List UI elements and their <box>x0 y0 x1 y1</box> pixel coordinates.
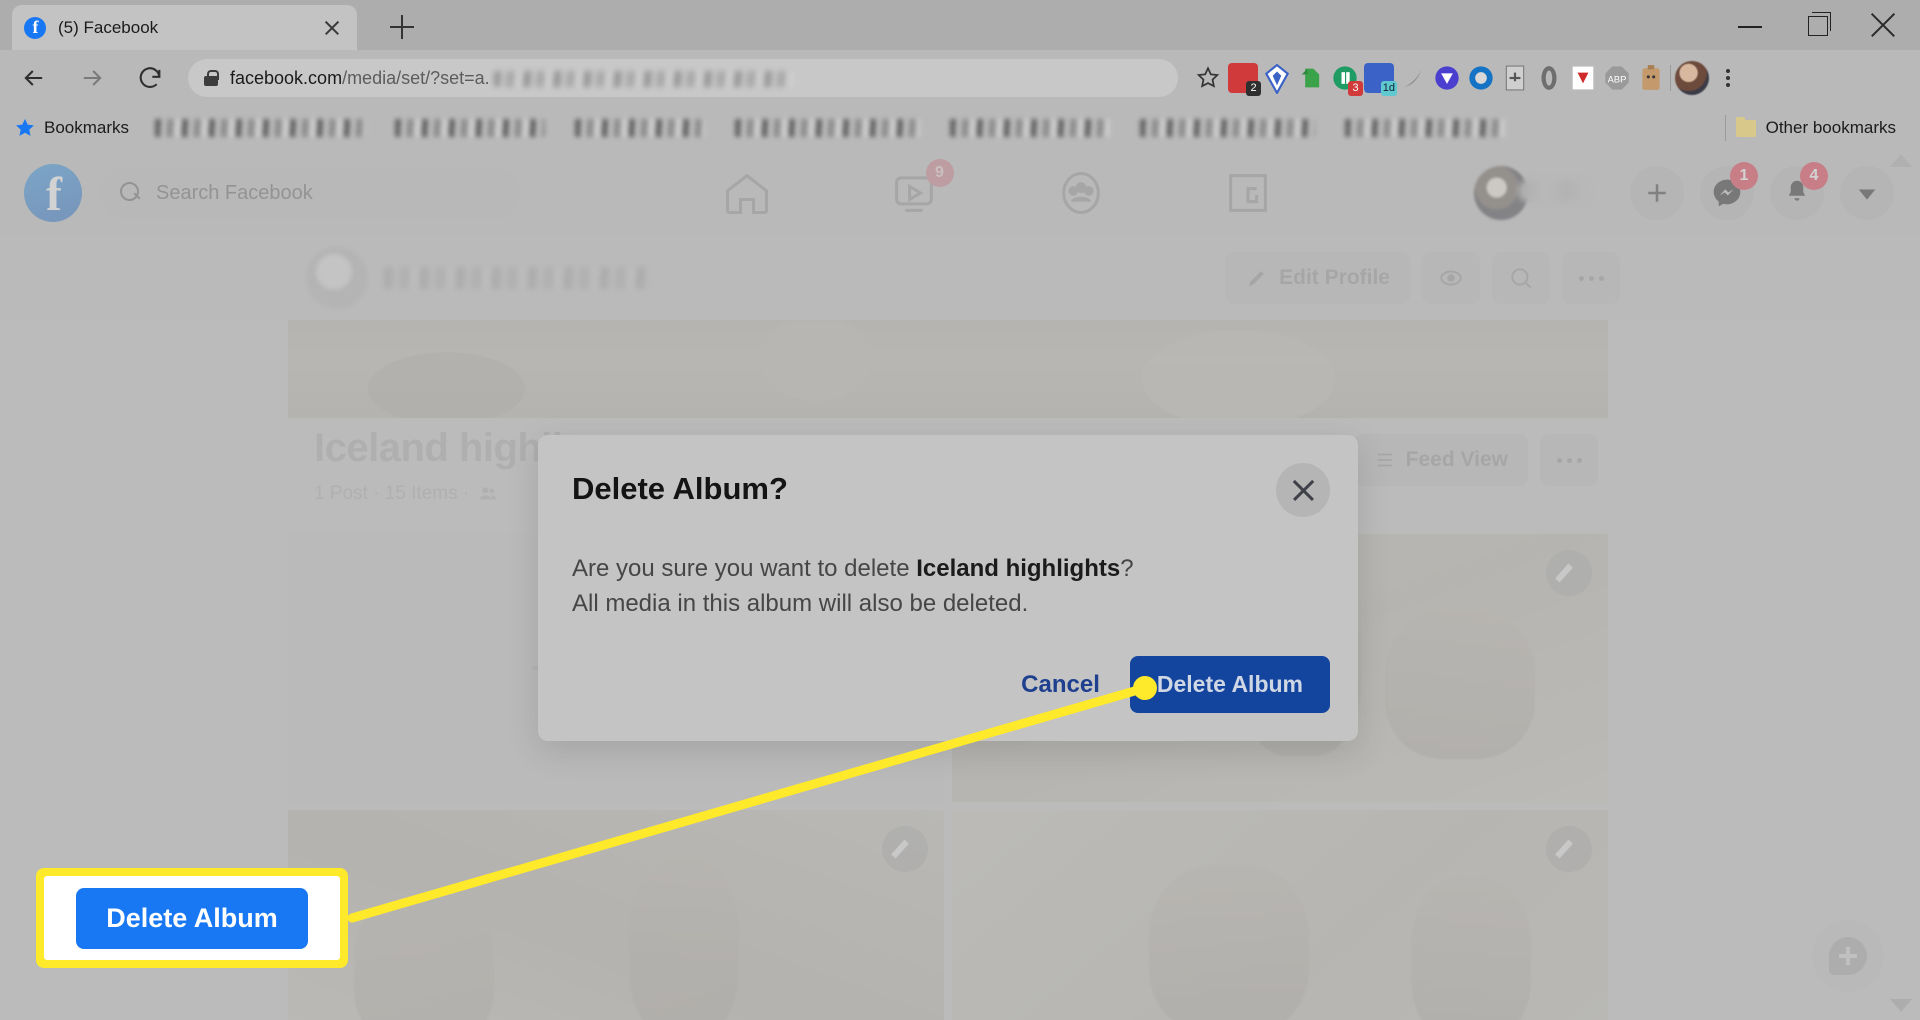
window-controls <box>1716 0 1920 50</box>
extension-icon-9[interactable] <box>1500 63 1530 93</box>
dialog-actions: Cancel Delete Album <box>1021 656 1330 713</box>
annotation-callout-inner: Delete Album <box>44 876 340 960</box>
maximize-button[interactable] <box>1784 0 1852 50</box>
extension-icon-5[interactable]: 1d <box>1364 63 1397 96</box>
bookmarks-star-icon <box>14 117 36 139</box>
bookmark-item[interactable] <box>155 119 366 137</box>
bookmark-item[interactable] <box>1140 119 1316 137</box>
dialog-album-name: Iceland highlights <box>916 555 1121 582</box>
dialog-question-prefix: Are you sure you want to delete <box>572 555 917 582</box>
browser-tab-title: (5) Facebook <box>58 17 159 37</box>
lock-icon <box>204 70 219 86</box>
bookmarks-bar: Bookmarks Other bookmarks <box>0 106 1920 150</box>
url-path: /media/set/?set=a. <box>342 67 490 88</box>
bookmark-item[interactable] <box>395 119 546 137</box>
url-host: facebook.com <box>230 67 343 88</box>
new-tab-button[interactable] <box>385 10 419 44</box>
extension-icon-13[interactable] <box>1636 63 1666 93</box>
chrome-menu-icon[interactable] <box>1713 61 1743 95</box>
annotation-callout: Delete Album <box>36 868 348 968</box>
extension-icon-8[interactable] <box>1466 63 1496 93</box>
delete-album-dialog: Delete Album? Are you sure you want to d… <box>538 435 1358 741</box>
bookmarks-divider <box>1724 115 1726 141</box>
extension-icon-11[interactable] <box>1568 63 1598 93</box>
other-bookmarks-group: Other bookmarks <box>1724 115 1906 141</box>
bookmark-star-icon[interactable] <box>1188 58 1228 98</box>
adblock-plus-icon[interactable]: ABP <box>1602 63 1632 93</box>
toolbar-divider <box>1670 65 1671 91</box>
svg-text:ABP: ABP <box>1608 75 1627 85</box>
bookmark-item[interactable] <box>1345 119 1506 137</box>
extension-icon-7[interactable] <box>1432 63 1462 93</box>
extension-icon-4[interactable]: 3 <box>1330 63 1363 96</box>
facebook-favicon: f <box>24 16 46 39</box>
back-arrow-icon[interactable] <box>10 54 58 102</box>
reload-icon[interactable] <box>126 54 174 102</box>
bookmark-item[interactable] <box>575 119 706 137</box>
screenshot-root: f (5) Facebook facebook.com/media/set/?s… <box>0 0 1920 1020</box>
extension-icon-1[interactable]: 2 <box>1228 63 1261 96</box>
tab-close-icon[interactable] <box>319 15 345 41</box>
window-close-button[interactable] <box>1852 0 1920 50</box>
extension-badge: 3 <box>1348 81 1363 96</box>
bookmark-item[interactable] <box>950 119 1111 137</box>
extension-icon-10[interactable] <box>1534 63 1564 93</box>
extension-badge: 2 <box>1246 81 1261 96</box>
browser-tab[interactable]: f (5) Facebook <box>12 5 357 50</box>
address-bar[interactable]: facebook.com/media/set/?set=a. <box>188 59 1178 97</box>
dialog-body: Are you sure you want to delete Iceland … <box>572 552 1312 622</box>
forward-arrow-icon[interactable] <box>68 54 116 102</box>
dialog-secondary-line: All media in this album will also be del… <box>572 589 1029 617</box>
folder-icon <box>1735 116 1756 137</box>
cancel-button[interactable]: Cancel <box>1021 671 1100 699</box>
delete-album-button[interactable]: Delete Album <box>1129 656 1330 713</box>
bookmarks-bar-label[interactable]: Bookmarks <box>44 118 129 138</box>
extension-icon-6[interactable] <box>1398 63 1428 93</box>
address-bar-url: facebook.com/media/set/?set=a. <box>230 68 794 89</box>
browser-profile-avatar[interactable] <box>1675 61 1709 95</box>
extension-icons: 2 3 1d ABP <box>1228 61 1749 96</box>
extension-badge: 1d <box>1380 81 1397 96</box>
evernote-icon[interactable] <box>1296 63 1326 93</box>
extension-icon-2[interactable] <box>1262 63 1292 94</box>
dialog-question: Are you sure you want to delete Iceland … <box>572 552 1312 587</box>
url-redacted <box>493 70 794 87</box>
minimize-button[interactable] <box>1716 0 1784 50</box>
bookmark-item[interactable] <box>735 119 921 137</box>
annotation-delete-album-button[interactable]: Delete Album <box>76 887 308 949</box>
dialog-close-icon[interactable] <box>1276 463 1330 517</box>
other-bookmarks-label[interactable]: Other bookmarks <box>1766 118 1896 138</box>
dialog-question-suffix: ? <box>1120 555 1134 582</box>
browser-toolbar: facebook.com/media/set/?set=a. 2 3 1d AB… <box>0 50 1920 106</box>
dialog-title: Delete Album? <box>572 471 788 506</box>
browser-tab-strip: f (5) Facebook <box>0 0 1920 50</box>
